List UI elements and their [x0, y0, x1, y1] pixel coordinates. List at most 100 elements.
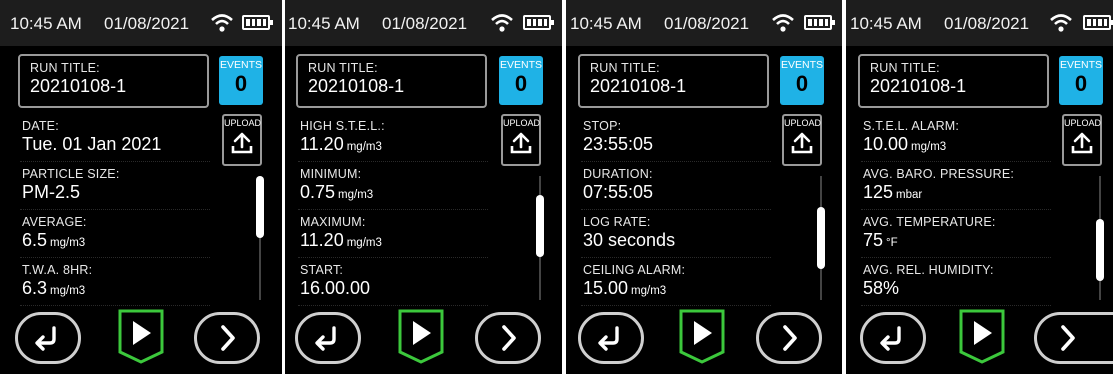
events-count: 0	[514, 71, 528, 96]
run-title-label: RUN TITLE:	[590, 61, 660, 75]
next-button[interactable]	[194, 312, 260, 364]
row-label: DURATION:	[583, 167, 653, 181]
back-arrow-icon	[315, 326, 336, 351]
play-icon	[679, 309, 725, 364]
events-label: EVENTS	[1059, 59, 1102, 71]
events-button[interactable]: EVENTS 0	[219, 56, 263, 105]
events-button[interactable]: EVENTS 0	[780, 56, 824, 105]
upload-icon	[791, 132, 813, 154]
next-button[interactable]	[1034, 312, 1113, 364]
play-button[interactable]	[958, 308, 1006, 364]
back-arrow-icon	[880, 326, 901, 351]
detail-row: S.T.E.L. ALARM: 10.00 mg/m3	[861, 114, 1051, 162]
scroll-thumb[interactable]	[536, 194, 544, 257]
row-unit: mg/m3	[346, 237, 382, 249]
scroll-thumb[interactable]	[817, 207, 825, 269]
detail-row: STOP: 23:55:05	[581, 114, 771, 162]
upload-button[interactable]: UPLOAD	[1062, 114, 1102, 166]
status-time: 10:45 AM	[850, 14, 922, 33]
back-button[interactable]	[860, 312, 926, 364]
row-value: 30 seconds	[583, 230, 676, 250]
device-screen-1: 10:45 AM 01/08/2021 RUN TITLE: 20210108-…	[0, 0, 282, 374]
row-label: DATE:	[22, 119, 59, 133]
status-bar: 10:45 AM 01/08/2021	[0, 0, 282, 46]
back-button[interactable]	[15, 312, 81, 364]
row-unit: mg/m3	[346, 141, 382, 153]
events-button[interactable]: EVENTS 0	[499, 56, 543, 105]
detail-row: MAXIMUM: 11.20 mg/m3	[298, 210, 488, 258]
run-title-value: 20210108-1	[308, 76, 405, 96]
row-label: PARTICLE SIZE:	[22, 167, 120, 181]
upload-button[interactable]: UPLOAD	[501, 114, 541, 166]
detail-row: PARTICLE SIZE: PM-2.5	[20, 162, 210, 210]
back-button[interactable]	[578, 312, 644, 364]
row-value: 11.20	[300, 134, 344, 154]
scroll-thumb[interactable]	[256, 176, 264, 238]
status-bar: 10:45 AM 01/08/2021	[566, 0, 842, 46]
play-icon	[959, 309, 1005, 364]
next-button[interactable]	[475, 312, 541, 364]
row-unit: mg/m3	[631, 285, 667, 297]
upload-label: UPLOAD	[1064, 118, 1102, 128]
status-bar: 10:45 AM 01/08/2021	[846, 0, 1113, 46]
back-arrow-icon	[598, 326, 619, 351]
row-label: CEILING ALARM:	[583, 263, 686, 277]
row-value: 0.75	[300, 182, 336, 202]
row-label: MINIMUM:	[300, 167, 362, 181]
detail-row: AVG. BARO. PRESSURE: 125 mbar	[861, 162, 1051, 210]
row-value: 11.20	[300, 230, 344, 250]
battery-icon	[1083, 15, 1113, 30]
bottom-nav	[285, 306, 562, 370]
row-label: AVG. BARO. PRESSURE:	[863, 167, 1015, 181]
detail-row: AVG. TEMPERATURE: 75 °F	[861, 210, 1051, 258]
wifi-icon	[491, 14, 513, 32]
upload-label: UPLOAD	[224, 118, 262, 128]
row-value: 16.00.00	[300, 278, 371, 298]
battery-icon	[523, 15, 554, 30]
run-title-value: 20210108-1	[30, 76, 127, 96]
run-title-value: 20210108-1	[870, 76, 967, 96]
events-count: 0	[234, 71, 248, 96]
run-title-label: RUN TITLE:	[870, 61, 940, 75]
events-count: 0	[1074, 71, 1088, 96]
play-button[interactable]	[397, 308, 445, 364]
row-unit: mbar	[896, 189, 923, 201]
detail-row: T.W.A. 8HR: 6.3 mg/m3	[20, 258, 210, 306]
upload-button[interactable]: UPLOAD	[782, 114, 822, 166]
run-title-label: RUN TITLE:	[308, 61, 378, 75]
scroll-thumb[interactable]	[1096, 219, 1104, 282]
device-screen-2: 10:45 AM 01/08/2021 RUN TITLE: 20210108-…	[285, 0, 562, 374]
row-label: START:	[300, 263, 344, 277]
row-value: 6.3	[22, 278, 48, 298]
upload-label: UPLOAD	[784, 118, 822, 128]
row-value: 10.00	[863, 134, 909, 154]
status-date: 01/08/2021	[382, 14, 468, 33]
row-unit: °F	[886, 237, 898, 249]
run-title-value: 20210108-1	[590, 76, 687, 96]
row-label: HIGH S.T.E.L.:	[300, 119, 385, 133]
row-unit: mg/m3	[338, 189, 374, 201]
play-button[interactable]	[678, 308, 726, 364]
run-title-box: RUN TITLE: 20210108-1	[18, 54, 209, 108]
events-button[interactable]: EVENTS 0	[1059, 56, 1103, 105]
row-unit: mg/m3	[911, 141, 947, 153]
upload-button[interactable]: UPLOAD	[222, 114, 262, 166]
row-value: 07:55:05	[583, 182, 654, 202]
detail-row: MINIMUM: 0.75 mg/m3	[298, 162, 488, 210]
status-date: 01/08/2021	[104, 14, 190, 33]
bottom-nav	[566, 306, 842, 370]
row-label: MAXIMUM:	[300, 215, 366, 229]
back-arrow-icon	[35, 326, 56, 351]
detail-row: CEILING ALARM: 15.00 mg/m3	[581, 258, 771, 306]
events-count: 0	[795, 71, 809, 96]
row-label: AVERAGE:	[22, 215, 87, 229]
status-time: 10:45 AM	[10, 14, 82, 33]
next-button[interactable]	[756, 312, 822, 364]
chevron-right-icon	[502, 325, 516, 351]
row-label: LOG RATE:	[583, 215, 651, 229]
row-value: 6.5	[22, 230, 48, 250]
play-button[interactable]	[117, 308, 165, 364]
wifi-icon	[211, 14, 233, 32]
back-button[interactable]	[295, 312, 361, 364]
events-label: EVENTS	[499, 59, 542, 71]
